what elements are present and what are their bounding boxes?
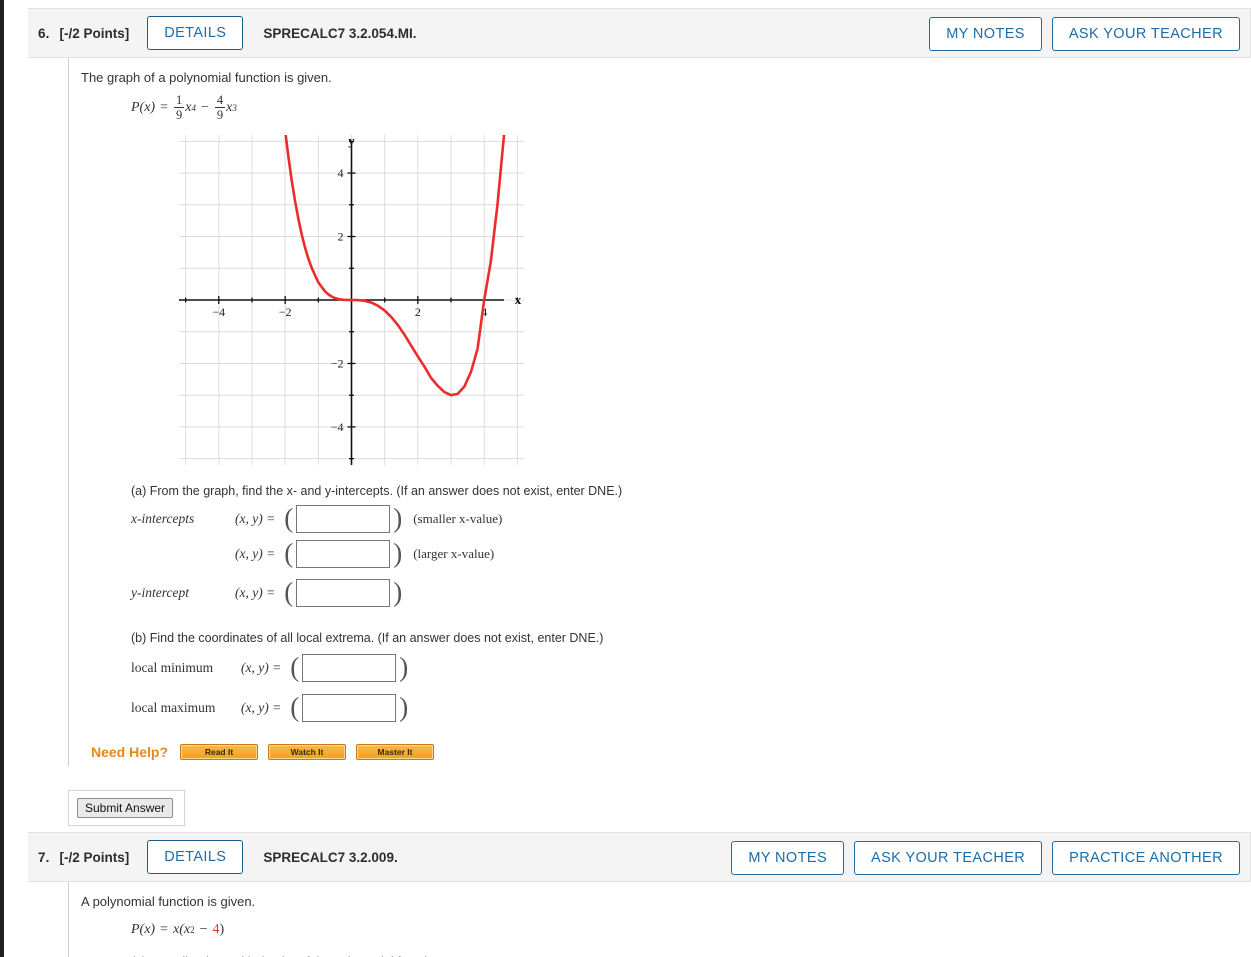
master-it-button[interactable]: Master It — [356, 744, 434, 760]
formula-close-paren-7: ) — [220, 922, 225, 938]
fraction-denominator: 9 — [174, 107, 184, 122]
formula-body-7: x(x — [173, 922, 190, 938]
open-paren: ( — [284, 542, 293, 565]
left-edge-rail — [0, 0, 4, 957]
header-actions-7: MY NOTES ASK YOUR TEACHER PRACTICE ANOTH… — [731, 841, 1240, 875]
term1-exponent: 4 — [191, 103, 196, 113]
question-points-6: [-/2 Points] — [59, 26, 129, 41]
svg-text:−4: −4 — [331, 420, 344, 434]
my-notes-button-6[interactable]: MY NOTES — [929, 17, 1042, 51]
svg-text:4: 4 — [338, 166, 344, 180]
xy-equals: (x, y) = — [241, 660, 281, 676]
svg-text:−2: −2 — [331, 356, 344, 370]
header-actions-6: MY NOTES ASK YOUR TEACHER — [929, 17, 1240, 51]
question-body-6: The graph of a polynomial function is gi… — [68, 58, 1251, 766]
local-maximum-input[interactable] — [302, 694, 396, 722]
question-prompt-6: The graph of a polynomial function is gi… — [81, 58, 1251, 87]
answer-row-y-intercept: y-intercept (x, y) = ( ) — [131, 579, 1251, 607]
my-notes-button-7[interactable]: MY NOTES — [731, 841, 844, 875]
formula-exponent-7: 2 — [190, 925, 195, 935]
row-hint: (larger x-value) — [413, 546, 494, 562]
question-number-6: 6. — [38, 26, 49, 41]
row-label: x-intercepts — [131, 511, 235, 527]
close-paren: ) — [399, 696, 408, 719]
page-root: 6. [-/2 Points] DETAILS SPRECALC7 3.2.05… — [0, 0, 1251, 957]
row-hint: (smaller x-value) — [413, 511, 502, 527]
row-label: y-intercept — [131, 585, 235, 601]
x-intercept-smaller-input[interactable] — [296, 505, 390, 533]
answer-row-x-intercept-smaller: x-intercepts (x, y) = ( ) (smaller x-val… — [131, 505, 1251, 533]
svg-text:x: x — [515, 292, 522, 307]
ask-your-teacher-button-7[interactable]: ASK YOUR TEACHER — [854, 841, 1042, 875]
details-button-7[interactable]: DETAILS — [147, 840, 243, 874]
open-paren: ( — [290, 656, 299, 679]
need-help-label: Need Help? — [91, 744, 168, 760]
xy-equals: (x, y) = — [235, 585, 275, 601]
question-header-6: 6. [-/2 Points] DETAILS SPRECALC7 3.2.05… — [28, 8, 1251, 58]
svg-text:2: 2 — [415, 305, 421, 319]
svg-text:2: 2 — [338, 229, 344, 243]
fraction-denominator: 9 — [215, 107, 225, 122]
close-paren: ) — [393, 542, 402, 565]
question-body-7: A polynomial function is given. P(x) = x… — [68, 882, 1251, 957]
formula-lhs-6: P(x) — [131, 100, 155, 116]
xy-equals: (x, y) = — [235, 511, 275, 527]
graph-svg: −4−22442−2−4 xy — [179, 135, 524, 465]
answer-row-local-minimum: local minimum (x, y) = ( ) — [131, 654, 1251, 682]
question-code-7: SPRECALC7 3.2.009. — [263, 850, 397, 865]
formula-6: P(x) = 1 9 x4 − 4 9 x3 — [131, 95, 1251, 121]
formula-equals-6: = — [160, 100, 168, 116]
term2-exponent: 3 — [232, 103, 237, 113]
question-code-6: SPRECALC7 3.2.054.MI. — [263, 26, 416, 41]
svg-text:−4: −4 — [212, 305, 225, 319]
axes — [179, 143, 504, 465]
fraction-four-ninths: 4 9 — [215, 94, 225, 122]
question-block-6: 6. [-/2 Points] DETAILS SPRECALC7 3.2.05… — [28, 8, 1251, 826]
question-points-7: [-/2 Points] — [59, 850, 129, 865]
close-paren: ) — [399, 656, 408, 679]
xy-equals: (x, y) = — [241, 700, 281, 716]
row-label: local minimum — [131, 660, 241, 676]
formula-minus-7: − — [200, 922, 208, 938]
submit-answer-button-6[interactable]: Submit Answer — [77, 798, 173, 818]
need-help-bar-6: Need Help? Read It Watch It Master It — [91, 744, 1251, 760]
formula-lhs-7: P(x) — [131, 922, 155, 938]
question-prompt-7: A polynomial function is given. — [81, 882, 1251, 911]
y-intercept-input[interactable] — [296, 579, 390, 607]
close-paren: ) — [393, 581, 402, 604]
polynomial-graph: −4−22442−2−4 xy — [179, 135, 1251, 470]
svg-text:y: y — [348, 135, 355, 148]
formula-minus-6: − — [201, 100, 209, 116]
xy-equals: (x, y) = — [235, 546, 275, 562]
details-button-6[interactable]: DETAILS — [147, 16, 243, 50]
open-paren: ( — [284, 507, 293, 530]
close-paren: ) — [393, 507, 402, 530]
practice-another-button-7[interactable]: PRACTICE ANOTHER — [1052, 841, 1240, 875]
question-block-7: 7. [-/2 Points] DETAILS SPRECALC7 3.2.00… — [28, 832, 1251, 957]
question-number-7: 7. — [38, 850, 49, 865]
ask-your-teacher-button-6[interactable]: ASK YOUR TEACHER — [1052, 17, 1240, 51]
fraction-one-ninth: 1 9 — [174, 94, 184, 122]
watch-it-button[interactable]: Watch It — [268, 744, 346, 760]
row-label: local maximum — [131, 700, 241, 716]
local-minimum-input[interactable] — [302, 654, 396, 682]
formula-7: P(x) = x(x2 − 4 ) — [131, 917, 1251, 943]
svg-text:−2: −2 — [279, 305, 292, 319]
formula-equals-7: = — [160, 922, 168, 938]
submit-answer-container-6: Submit Answer — [68, 790, 185, 826]
part-a-text-6: (a) From the graph, find the x- and y-in… — [131, 484, 1251, 498]
read-it-button[interactable]: Read It — [180, 744, 258, 760]
answer-row-local-maximum: local maximum (x, y) = ( ) — [131, 694, 1251, 722]
part-b-text-6: (b) Find the coordinates of all local ex… — [131, 631, 1251, 645]
answer-row-x-intercept-larger: (x, y) = ( ) (larger x-value) — [131, 540, 1251, 568]
open-paren: ( — [284, 581, 293, 604]
fraction-numerator: 1 — [174, 94, 184, 108]
fraction-numerator: 4 — [215, 94, 225, 108]
x-intercept-larger-input[interactable] — [296, 540, 390, 568]
question-header-7: 7. [-/2 Points] DETAILS SPRECALC7 3.2.00… — [28, 832, 1251, 882]
formula-constant-7: 4 — [213, 922, 220, 938]
open-paren: ( — [290, 696, 299, 719]
